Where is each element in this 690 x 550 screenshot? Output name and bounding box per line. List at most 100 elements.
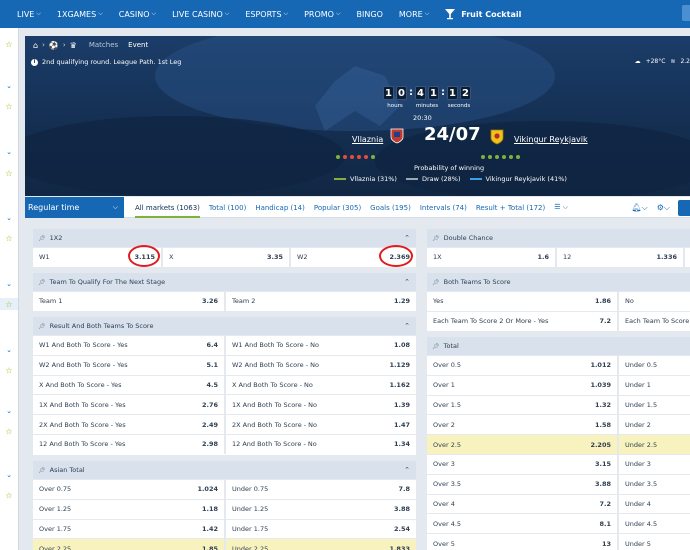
trophy-icon[interactable]: ♛: [70, 41, 77, 50]
favorite-star-icon[interactable]: ☆: [0, 100, 18, 112]
pin-icon[interactable]: 📌︎: [38, 235, 46, 242]
odd-cell[interactable]: Under 2.25 1.833: [224, 538, 416, 550]
odd-cell[interactable]: 2X And Both To Score - Yes 2.49: [33, 414, 224, 434]
odd-cell[interactable]: Under 1.25 3.88: [224, 498, 416, 519]
odd-cell[interactable]: Under 3.5: [617, 473, 690, 494]
odd-cell[interactable]: Under 5: [617, 533, 690, 550]
chevron-down-icon[interactable]: ⌄: [0, 405, 18, 417]
odd-cell[interactable]: W1 3.115: [33, 247, 161, 267]
odd-cell[interactable]: Over 1.75 1.42: [33, 518, 224, 539]
odd-cell[interactable]: Over 3 3.15: [427, 453, 617, 474]
odd-cell[interactable]: X And Both To Score - No 1.162: [224, 374, 416, 395]
odd-cell[interactable]: Over 1.25 1.18: [33, 498, 224, 519]
odd-cell[interactable]: Over 4.5 8.1: [427, 513, 617, 534]
odd-cell[interactable]: Under 4: [617, 493, 690, 514]
chevron-up-icon[interactable]: ⌃: [404, 322, 410, 330]
odd-cell[interactable]: Over 0.75 1.024: [33, 479, 224, 499]
odd-cell[interactable]: Under 4.5: [617, 513, 690, 534]
nav-more[interactable]: MORE ⌵: [399, 10, 429, 19]
favorite-star-icon[interactable]: ☆: [0, 298, 18, 310]
odd-cell[interactable]: 1X And Both To Score - No 1.39: [224, 394, 416, 415]
odd-cell[interactable]: Over 3.5 3.88: [427, 473, 617, 494]
odd-cell[interactable]: 12 And Both To Score - No 1.34: [224, 433, 416, 454]
odd-cell[interactable]: Under 0.5: [617, 355, 690, 375]
chevron-down-icon[interactable]: ⌄: [0, 80, 18, 92]
market-header[interactable]: 📌︎ Total: [427, 337, 690, 355]
nav-fruit-cocktail[interactable]: Fruit Cocktail: [445, 8, 521, 20]
tab-total[interactable]: Total (100): [209, 197, 246, 218]
market-header[interactable]: 📌︎ 1X2 ⌃: [33, 229, 416, 247]
odd-cell[interactable]: W2 And Both To Score - No 1.129: [224, 354, 416, 375]
market-header[interactable]: 📌︎ Double Chance: [427, 229, 690, 247]
list-view-button[interactable]: ☰ ⌵: [554, 197, 568, 218]
tab-all-markets[interactable]: All markets (1063): [135, 197, 200, 218]
odd-cell[interactable]: Under 1: [617, 374, 690, 395]
odd-cell[interactable]: W1 And Both To Score - Yes 6.4: [33, 335, 224, 355]
pin-icon[interactable]: 📌︎: [432, 343, 440, 350]
chevron-down-icon[interactable]: ⌄: [0, 212, 18, 224]
odd-cell[interactable]: Under 2.5: [617, 434, 690, 454]
odd-cell[interactable]: Over 5 13: [427, 533, 617, 550]
chevron-up-icon[interactable]: ⌃: [404, 234, 410, 242]
pin-icon[interactable]: 📌︎: [38, 467, 46, 474]
team2-link[interactable]: Vikingur Reykjavik: [514, 135, 588, 144]
odd-cell[interactable]: [683, 247, 690, 267]
odd-cell[interactable]: Each Team To Score: [617, 310, 690, 331]
tab-goals[interactable]: Goals (195): [370, 197, 411, 218]
tab-intervals[interactable]: Intervals (74): [420, 197, 467, 218]
market-header[interactable]: 📌︎ Asian Total ⌃: [33, 461, 416, 479]
odd-cell[interactable]: X 3.35: [161, 247, 289, 267]
pin-icon[interactable]: 📌︎: [432, 235, 440, 242]
nav-scroll-button[interactable]: [682, 5, 690, 21]
favorite-star-icon[interactable]: ☆: [0, 38, 18, 50]
chevron-up-icon[interactable]: ⌃: [404, 278, 410, 286]
odd-cell[interactable]: Each Team To Score 2 Or More - Yes 7.2: [427, 310, 617, 331]
tab-event[interactable]: Event: [128, 41, 148, 49]
favorite-star-icon[interactable]: ☆: [0, 425, 18, 437]
odd-cell[interactable]: Over 2.25 1.85: [33, 538, 224, 550]
pin-icon[interactable]: 📌︎: [432, 279, 440, 286]
odd-cell[interactable]: W2 2.369: [289, 247, 416, 267]
nav-live[interactable]: LIVE ⌵: [17, 10, 41, 19]
chevron-down-icon[interactable]: ⌄: [0, 278, 18, 290]
nav-casino[interactable]: CASINO ⌵: [119, 10, 156, 19]
chevron-down-icon[interactable]: ⌄: [0, 146, 18, 158]
home-icon[interactable]: ⌂: [33, 41, 38, 50]
odd-cell[interactable]: Under 1.5: [617, 394, 690, 415]
nav-promo[interactable]: PROMO ⌵: [304, 10, 340, 19]
nav-bingo[interactable]: BINGO: [357, 10, 383, 19]
odd-cell[interactable]: No: [617, 291, 690, 311]
bell-icon[interactable]: 🔔︎⌵: [632, 203, 648, 213]
odd-cell[interactable]: Over 4 7.2: [427, 493, 617, 514]
odd-cell[interactable]: W1 And Both To Score - No 1.08: [224, 335, 416, 355]
tab-result-total[interactable]: Result + Total (172): [476, 197, 545, 218]
odd-cell[interactable]: Over 1 1.039: [427, 374, 617, 395]
favorite-star-icon[interactable]: ☆: [0, 232, 18, 244]
odd-cell[interactable]: 2X And Both To Score - No 1.47: [224, 414, 416, 434]
team1-link[interactable]: Vllaznia: [352, 135, 383, 144]
tab-matches[interactable]: Matches: [89, 41, 118, 49]
gear-icon[interactable]: ⚙︎⌵: [657, 203, 670, 213]
market-header[interactable]: 📌︎ Both Teams To Score: [427, 273, 690, 291]
favorite-star-icon[interactable]: ☆: [0, 489, 18, 501]
odd-cell[interactable]: Over 2 1.58: [427, 414, 617, 435]
odd-cell[interactable]: 12 1.336: [555, 247, 683, 267]
nav-1xgames[interactable]: 1XGAMES ⌵: [57, 10, 103, 19]
odd-cell[interactable]: Over 0.5 1.012: [427, 355, 617, 375]
odd-cell[interactable]: Team 1 3.26: [33, 291, 224, 311]
favorite-star-icon[interactable]: ☆: [0, 167, 18, 179]
odd-cell[interactable]: Over 2.5 2.205: [427, 434, 617, 454]
odd-cell[interactable]: Under 0.75 7.8: [224, 479, 416, 499]
odd-cell[interactable]: 12 And Both To Score - Yes 2.98: [33, 433, 224, 454]
nav-esports[interactable]: ESPORTS ⌵: [245, 10, 288, 19]
odd-cell[interactable]: Under 2: [617, 414, 690, 435]
pin-icon[interactable]: 📌︎: [38, 323, 46, 330]
odd-cell[interactable]: W2 And Both To Score - Yes 5.1: [33, 354, 224, 375]
nav-live-casino[interactable]: LIVE CASINO ⌵: [172, 10, 229, 19]
market-header[interactable]: 📌︎ Result And Both Teams To Score ⌃: [33, 317, 416, 335]
odd-cell[interactable]: Under 1.75 2.54: [224, 518, 416, 539]
chevron-down-icon[interactable]: ⌄: [0, 469, 18, 481]
odd-cell[interactable]: Under 3: [617, 453, 690, 474]
favorite-star-icon[interactable]: ☆: [0, 364, 18, 376]
odd-cell[interactable]: Over 1.5 1.32: [427, 394, 617, 415]
